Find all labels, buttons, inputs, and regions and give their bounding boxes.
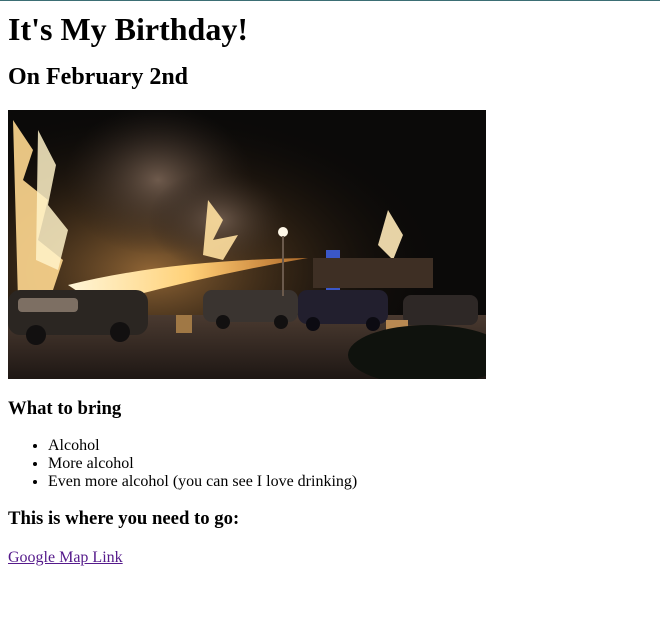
where-heading: This is where you need to go: xyxy=(8,508,240,529)
party-photo xyxy=(8,110,486,379)
google-map-link[interactable]: Google Map Link xyxy=(8,549,123,566)
map-link-paragraph: Google Map Link xyxy=(8,549,652,567)
list-item: Even more alcohol (you can see I love dr… xyxy=(48,473,652,491)
bring-list: Alcohol More alcohol Even more alcohol (… xyxy=(8,437,652,491)
list-item: Alcohol xyxy=(48,437,652,455)
date-heading: On February 2nd xyxy=(8,64,189,90)
list-item: More alcohol xyxy=(48,455,652,473)
page-title: It's My Birthday! xyxy=(8,11,248,47)
bring-heading: What to bring xyxy=(8,398,122,419)
page-content: It's My Birthday! On February 2nd What t… xyxy=(0,10,660,567)
